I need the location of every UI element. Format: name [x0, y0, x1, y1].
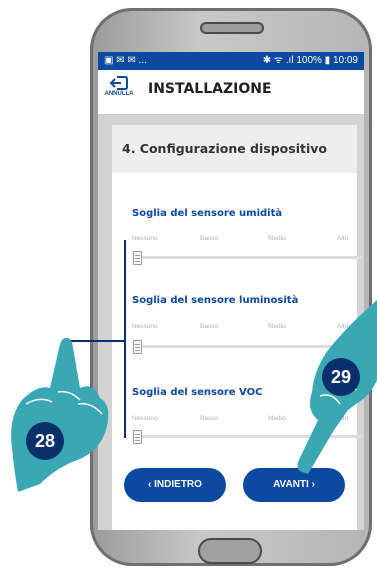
level-label: Medio	[268, 323, 286, 330]
status-bar: ▣ ✉ ✉ ... ✱ ᯤ .ıl 100% ▮ 10:09	[98, 52, 364, 70]
back-button[interactable]: ‹ INDIETRO	[124, 468, 226, 502]
voc-slider-track[interactable]	[133, 435, 363, 438]
level-label: Nessuno	[132, 415, 158, 422]
phone-speaker	[200, 22, 264, 34]
step-28-number: 28	[35, 431, 55, 451]
card-title: 4. Configurazione dispositivo	[122, 141, 327, 156]
page-title: INSTALLAZIONE	[148, 81, 272, 97]
level-label: Nessuno	[132, 323, 158, 330]
cancel-button[interactable]: ANNULLA	[102, 74, 136, 110]
config-card: 4. Configurazione dispositivo Soglia del…	[112, 125, 363, 530]
voc-threshold-label: Soglia del sensore VOC	[132, 387, 263, 398]
status-system-info: ✱ ᯤ .ıl 100% ▮ 10:09	[262, 55, 358, 66]
phone-home-button[interactable]	[198, 538, 262, 564]
exit-arrow-icon	[109, 76, 128, 90]
luminosity-threshold-label: Soglia del sensore luminosità	[132, 295, 299, 306]
phone-screen: ▣ ✉ ✉ ... ✱ ᯤ .ıl 100% ▮ 10:09 ANNULLA I…	[98, 52, 364, 530]
app-bar: ANNULLA INSTALLAZIONE	[98, 70, 364, 115]
card-header: 4. Configurazione dispositivo	[112, 125, 357, 173]
cancel-label: ANNULLA	[104, 91, 134, 97]
level-label: Medio	[268, 415, 286, 422]
next-button[interactable]: AVANTI ›	[243, 468, 345, 502]
voc-slider-thumb[interactable]	[133, 430, 142, 444]
level-label: Basso	[200, 415, 219, 422]
luminosity-slider-track[interactable]	[133, 345, 363, 348]
level-label: Nessuno	[132, 235, 158, 242]
step-28-badge: 28	[26, 422, 64, 460]
status-notification-icons: ▣ ✉ ✉ ...	[104, 55, 147, 66]
level-label: Basso	[200, 323, 219, 330]
humidity-slider-thumb[interactable]	[133, 251, 142, 265]
level-label: Alto	[337, 323, 349, 330]
level-label: Basso	[200, 235, 219, 242]
humidity-threshold-label: Soglia del sensore umidità	[132, 208, 283, 219]
luminosity-slider-thumb[interactable]	[133, 340, 142, 354]
humidity-slider-track[interactable]	[133, 256, 363, 259]
level-label: Alto	[337, 415, 349, 422]
level-label: Medio	[268, 235, 286, 242]
level-label: Alto	[337, 235, 349, 242]
